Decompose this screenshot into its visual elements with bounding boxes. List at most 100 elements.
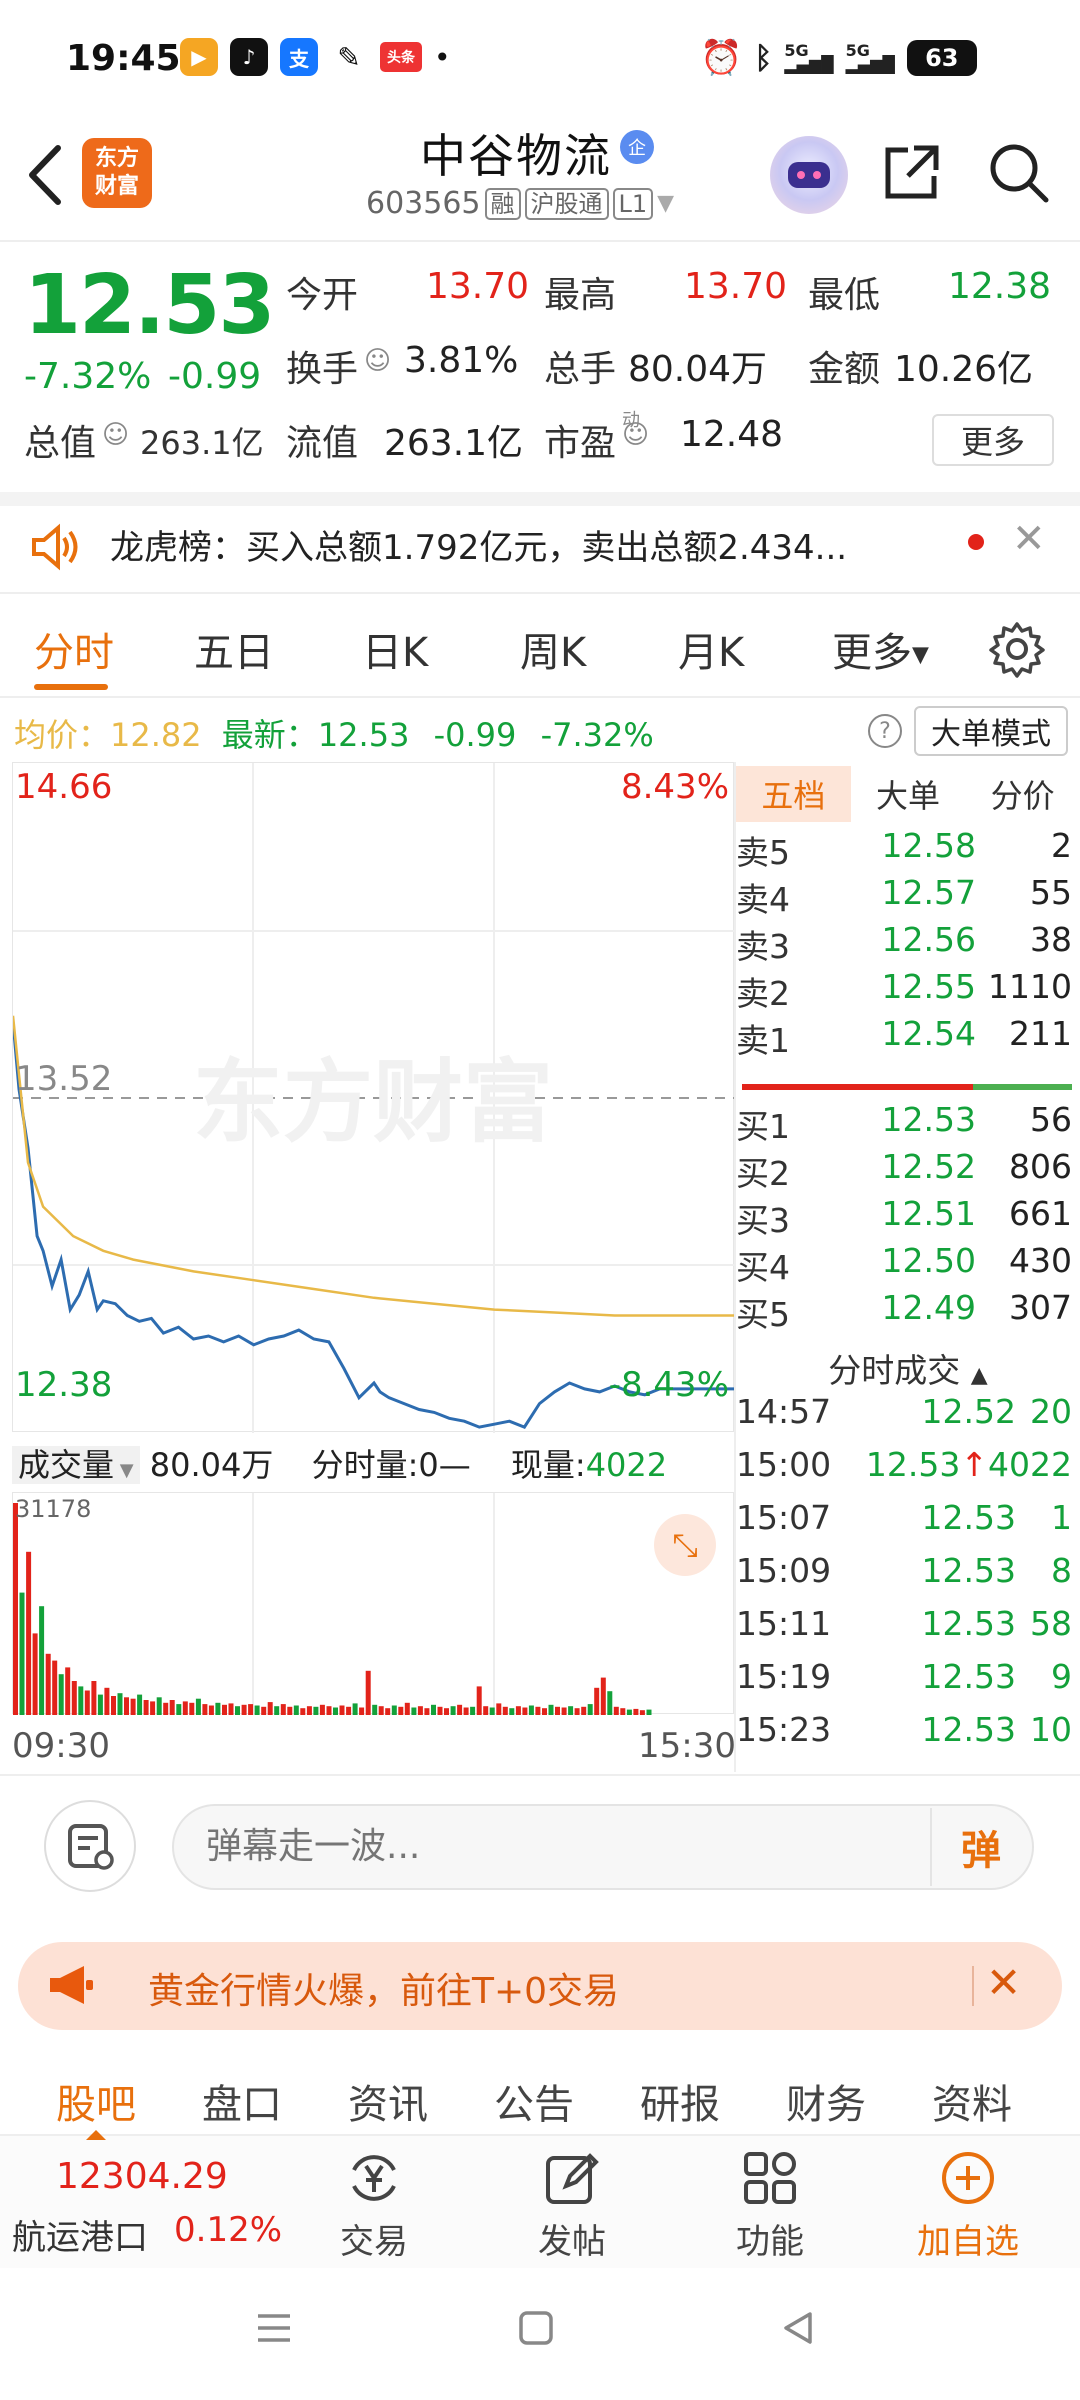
tab-daily-k[interactable]: 日K [362,620,428,678]
volume-bar [470,1706,476,1715]
trade-time: 15:07 [736,1498,832,1537]
close-icon[interactable]: ✕ [1012,516,1046,562]
menu-nav-button[interactable] [252,2306,296,2354]
trade-button[interactable]: 交易 [314,2148,434,2263]
promo-text[interactable]: 黄金行情火爆，前往T+0交易 [148,1962,619,2014]
open-value: 13.70 [426,266,530,307]
volume-bar [52,1660,58,1715]
tab-intraday[interactable]: 分时 [34,620,114,678]
home-nav-button[interactable] [514,2306,558,2354]
order-price: 12.58 [881,826,976,865]
bluetooth-icon: ᛒ [754,40,773,76]
volume-bar [372,1704,378,1715]
volume-bar [620,1708,626,1715]
order-row[interactable]: 买1 12.53 56 [736,1100,1072,1146]
tab-research[interactable]: 研报 [640,2072,720,2130]
tab-monthly-k[interactable]: 月K [678,620,744,678]
expand-icon: ⤡ [672,1525,698,1564]
order-book-tabs: 五档 大单 分价 [736,766,1080,822]
order-row[interactable]: 卖1 12.54 211 [736,1014,1072,1060]
tab-announcements[interactable]: 公告 [494,2072,574,2130]
promo-divider [972,1966,974,2006]
search-button[interactable] [986,140,1052,210]
intraday-chart[interactable]: 东方财富 14.66 8.43% 13.52 12.38 -8.43% [11,762,735,1433]
sector-index-name[interactable]: 航运港口 [12,2210,148,2259]
intraday-chart-svg: 东方财富 [11,763,735,1433]
order-row[interactable]: 买3 12.51 661 [736,1194,1072,1240]
trade-price: 12.52 [921,1392,1016,1431]
system-nav-bar [0,2268,1080,2400]
danmaku-input[interactable] [206,1826,906,1867]
order-row[interactable]: 卖5 12.58 2 [736,826,1072,872]
notes-button[interactable] [44,1800,136,1892]
order-row[interactable]: 卖2 12.55 1110 [736,967,1072,1013]
post-button[interactable]: 发帖 [512,2148,632,2263]
volume-bar [607,1691,613,1715]
tab-more[interactable]: 更多▼ [832,620,929,678]
info-icon-2[interactable]: ☺ [102,420,129,450]
tab-profile[interactable]: 资料 [932,2072,1012,2130]
volume-selector[interactable]: 成交量 ▼ [12,1446,140,1484]
function-button[interactable]: 功能 [710,2148,830,2263]
order-row[interactable]: 买2 12.52 806 [736,1147,1072,1193]
tab-five-levels[interactable]: 五档 [736,766,851,822]
tab-market-depth[interactable]: 盘口 [202,2072,282,2130]
share-button[interactable] [880,140,944,208]
trades-header[interactable]: 分时成交 ▲ [736,1344,1080,1392]
logo-text-1: 东方 [94,146,139,171]
expand-chart-button[interactable]: ⤡ [654,1514,716,1576]
speaker-icon [28,520,82,578]
help-icon[interactable]: ? [868,714,902,748]
divider [0,1774,1080,1776]
volume-bar [235,1706,240,1715]
back-button[interactable] [22,140,72,210]
order-volume: 661 [1009,1194,1072,1233]
tab-big-orders[interactable]: 大单 [851,766,966,822]
volume-bar [241,1704,247,1715]
connect-tag: 沪股通 [524,187,609,220]
post-label: 发帖 [538,2222,606,2262]
tab-five-day[interactable]: 五日 [194,620,274,678]
more-button[interactable]: 更多 [932,414,1054,466]
close-icon[interactable]: ✕ [986,1958,1021,2007]
order-price: 12.49 [881,1288,976,1327]
gear-icon [989,622,1045,678]
tab-weekly-k[interactable]: 周K [520,620,586,678]
trade-volume: 9 [1016,1657,1072,1707]
volume-label: 成交量 [18,1446,115,1484]
danmaku-send-button[interactable]: 弹 [930,1808,1030,1886]
volume-bar [124,1697,129,1715]
order-row[interactable]: 买5 12.49 307 [736,1288,1072,1334]
tab-price-distribution[interactable]: 分价 [965,766,1080,822]
latest-label: 最新： [221,716,318,754]
volume-chart[interactable]: 31178 [12,1492,734,1715]
order-row[interactable]: 卖3 12.56 38 [736,920,1072,966]
order-level-label: 买1 [736,1107,790,1146]
volume-bar [646,1709,652,1715]
sector-index-value[interactable]: 12304.29 [56,2156,228,2197]
ai-assistant-avatar[interactable] [770,136,848,214]
notice-text[interactable]: 龙虎榜：买入总额1.792亿元，卖出总额2.434... [110,520,847,569]
back-nav-button[interactable] [776,2306,820,2354]
eastmoney-logo[interactable]: 东方 财富 [82,138,152,208]
low-value: 12.38 [948,266,1052,307]
tab-financials[interactable]: 财务 [786,2072,866,2130]
big-order-mode-button[interactable]: 大单模式 [914,706,1068,756]
dropdown-icon[interactable]: ▼ [657,191,674,216]
now-volume-label: 现量: [510,1446,586,1484]
volume-bar [228,1703,234,1715]
volume-bar [528,1705,534,1715]
order-volume: 806 [1009,1147,1072,1186]
info-icon[interactable]: ☺ [364,346,391,376]
add-watchlist-button[interactable]: 加自选 [908,2148,1028,2263]
volume-bar [515,1706,521,1715]
tab-forum[interactable]: 股吧 [56,2072,136,2130]
tab-news[interactable]: 资讯 [348,2072,428,2130]
trade-time: 15:09 [736,1551,832,1590]
order-row[interactable]: 卖4 12.57 55 [736,873,1072,919]
settings-button[interactable] [988,620,1046,682]
order-row[interactable]: 买4 12.50 430 [736,1241,1072,1287]
volume-bar [58,1674,64,1715]
trade-volume-value: 1 [1051,1498,1072,1537]
info-icon-3[interactable]: ☺ [622,420,649,450]
